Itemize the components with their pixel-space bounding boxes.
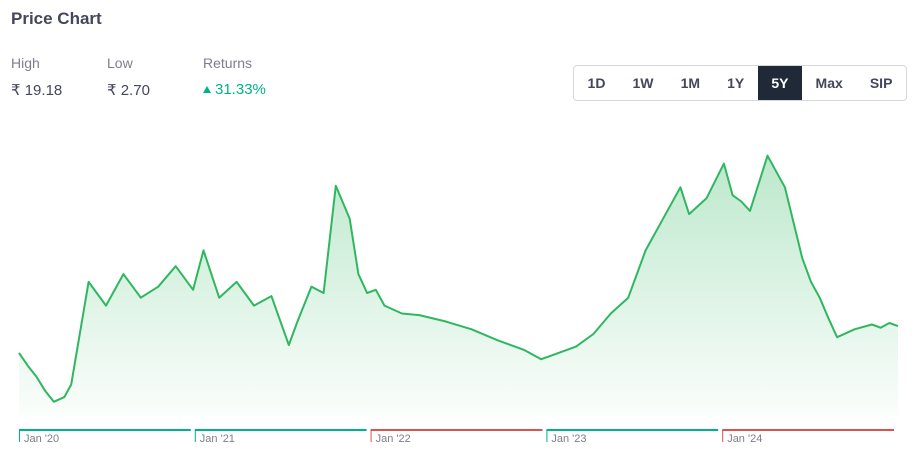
stat-returns-value-wrap: 31.33%	[203, 81, 266, 98]
range-sip-button[interactable]: SIP	[856, 66, 906, 100]
x-tick-label: Jan '23	[551, 433, 586, 445]
stat-high-label: High	[11, 55, 40, 71]
x-tick-label: Jan '24	[727, 433, 762, 445]
stat-low: Low ₹ 2.70	[107, 55, 150, 99]
range-1y-button[interactable]: 1Y	[714, 66, 758, 100]
stat-high: High ₹ 19.18	[11, 55, 62, 99]
x-tick-label: Jan '22	[376, 433, 411, 445]
price-chart: Jan '20 Jan '21 Jan '22 Jan '23 Jan '24	[18, 154, 899, 445]
range-5y-button[interactable]: 5Y	[757, 66, 802, 100]
stat-high-value: ₹ 19.18	[11, 82, 63, 99]
price-area	[19, 155, 898, 416]
x-tick-label: Jan '20	[24, 433, 59, 445]
page-title: Price Chart	[11, 9, 102, 28]
range-1w-button[interactable]: 1W	[619, 66, 667, 100]
range-selector: 1D 1W 1M 1Y 5Y Max SIP	[573, 65, 907, 101]
stat-low-label: Low	[107, 55, 133, 71]
range-1d-button[interactable]: 1D	[574, 66, 619, 100]
range-max-button[interactable]: Max	[802, 66, 856, 100]
stat-low-value: ₹ 2.70	[107, 82, 150, 99]
range-1m-button[interactable]: 1M	[667, 66, 714, 100]
stat-returns: Returns 31.33%	[203, 55, 266, 98]
x-axis: Jan '20 Jan '21 Jan '22 Jan '23 Jan '24	[19, 429, 894, 445]
stat-returns-value: 31.33%	[215, 81, 266, 98]
stat-returns-label: Returns	[203, 55, 253, 71]
triangle-up-icon	[203, 86, 211, 93]
x-tick-label: Jan '21	[200, 433, 235, 445]
